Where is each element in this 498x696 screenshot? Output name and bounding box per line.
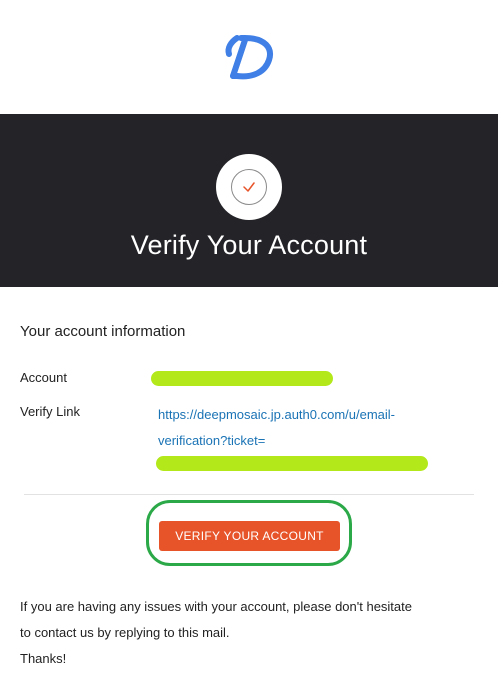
verify-link-label: Verify Link <box>20 404 80 419</box>
help-line-2: to contact us by replying to this mail. <box>20 625 230 640</box>
verify-link-line-2[interactable]: verification?ticket= <box>158 428 458 454</box>
checkmark-icon <box>243 182 255 192</box>
account-info-heading: Your account information <box>20 323 186 340</box>
verify-account-button[interactable]: VERIFY YOUR ACCOUNT <box>159 521 340 551</box>
divider <box>24 494 474 495</box>
help-message: If you are having any issues with your a… <box>20 594 490 672</box>
thanks-line: Thanks! <box>20 651 67 666</box>
page-title: Verify Your Account <box>130 230 368 260</box>
verify-link-redacted <box>156 456 428 471</box>
header <box>0 0 498 114</box>
logo-icon <box>225 35 273 80</box>
verify-link[interactable]: https://deepmosaic.jp.auth0.com/u/email-… <box>158 402 458 454</box>
help-line-1: If you are having any issues with your a… <box>20 599 412 614</box>
verify-banner: Verify Your Account <box>0 114 498 287</box>
checkmark-badge <box>216 154 282 220</box>
account-label: Account <box>20 370 67 385</box>
account-value-redacted <box>151 371 333 386</box>
verify-link-line-1[interactable]: https://deepmosaic.jp.auth0.com/u/email- <box>158 402 458 428</box>
